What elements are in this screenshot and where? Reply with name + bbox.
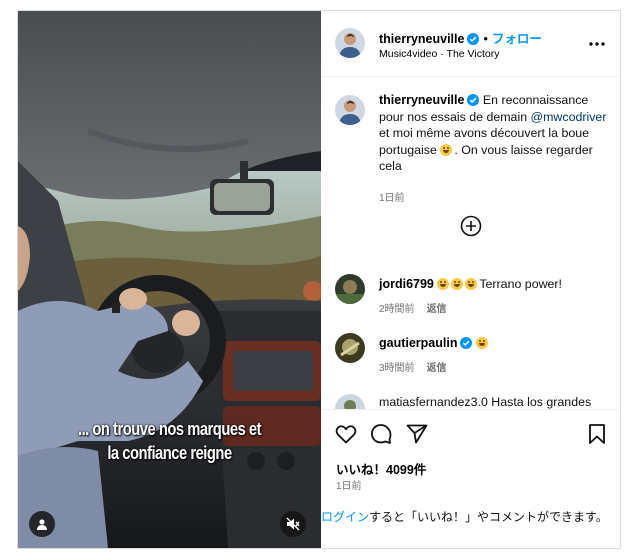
reel-video[interactable]: ... on trouve nos marques et la confianc… (18, 11, 321, 548)
comment-item: gautierpaulin 3時間前 返信 (321, 333, 620, 375)
video-frame (18, 11, 321, 548)
author-username[interactable]: thierryneuville (379, 32, 464, 46)
audio-separator: · (440, 48, 444, 60)
commenter-avatar[interactable] (335, 394, 365, 409)
commenter-avatar[interactable] (335, 274, 365, 304)
comment-meta: 3時間前 返信 (379, 359, 447, 374)
login-link[interactable]: ログイン (321, 510, 369, 524)
audio-track: The Victory (446, 48, 500, 60)
comments-scroll-area[interactable]: thierryneuville En reconnaissance pour n… (321, 78, 620, 409)
caption-line-1: ... on trouve nos marques et (77, 419, 262, 439)
heart-icon[interactable] (334, 422, 358, 446)
comment-timestamp: 3時間前 (379, 363, 415, 374)
mute-toggle-button[interactable] (280, 511, 306, 537)
comment-icon[interactable] (369, 422, 393, 446)
tagged-users-button[interactable] (29, 511, 55, 537)
post-date: 1日前 (336, 481, 362, 492)
comment-timestamp: 2時間前 (379, 304, 415, 315)
post-caption: thierryneuville En reconnaissance pour n… (379, 92, 611, 175)
post-author-avatar[interactable] (335, 95, 365, 125)
comment-body: gautierpaulin (379, 335, 611, 351)
post-side-panel: thierryneuville • フォロー Music4video · The V… (321, 11, 620, 548)
add-circle-icon[interactable] (460, 215, 482, 237)
grinning-sweat-emoji-icon (451, 278, 464, 290)
audio-attribution[interactable]: Music4video · The Victory (379, 48, 499, 60)
comment-body: matiasfernandez3.0 Hasta los grandes cae… (379, 394, 611, 409)
comment-meta: 2時間前 返信 (379, 300, 447, 315)
grinning-sweat-emoji-icon (440, 143, 453, 156)
comment-item: matiasfernandez3.0 Hasta los grandes cae… (321, 394, 620, 409)
video-caption: ... on trouve nos marques et la confianc… (45, 417, 293, 465)
header-title-row: thierryneuville • フォロー (379, 28, 542, 47)
comment-text: Terrano power! (479, 277, 562, 291)
post-timestamp: 1日前 (379, 193, 405, 204)
verified-badge-icon (460, 337, 473, 349)
post-header: thierryneuville • フォロー Music4video · The V… (321, 11, 620, 77)
comment-item: jordi6799 Terrano power! 2時間前 返信 (321, 274, 620, 316)
speaker-muted-icon (286, 517, 300, 531)
like-count[interactable]: いいね！4099件 (336, 459, 426, 478)
login-prompt-text: すると「いいね！」やコメントができます。 (369, 510, 608, 524)
verified-badge-icon (467, 33, 480, 45)
comment-body: jordi6799 Terrano power! (379, 276, 611, 292)
login-prompt: ログインすると「いいね！」やコメントができます。 (321, 509, 620, 526)
audio-source: Music4video (379, 48, 438, 60)
action-bar: いいね！4099件 1日前 ログインすると「いいね！」やコメントができます。 (321, 409, 620, 548)
commenter-avatar[interactable] (335, 333, 365, 363)
post-author-username[interactable]: thierryneuville (379, 93, 464, 107)
user-tag-icon (37, 519, 47, 530)
instagram-post-modal: ... on trouve nos marques et la confianc… (17, 10, 621, 549)
mention-link[interactable]: @mwcodriver (531, 110, 607, 124)
header-separator: • (483, 32, 488, 46)
commenter-username[interactable]: jordi6799 (379, 277, 434, 291)
send-icon[interactable] (405, 422, 429, 446)
more-options-icon[interactable] (587, 35, 607, 53)
verified-badge-icon (467, 94, 480, 106)
caption-line-2: la confiance reigne (107, 443, 232, 463)
grinning-sweat-emoji-icon (475, 337, 488, 349)
reply-button[interactable]: 返信 (427, 363, 447, 374)
bookmark-icon[interactable] (585, 422, 609, 446)
commenter-username[interactable]: gautierpaulin (379, 336, 457, 350)
commenter-username[interactable]: matiasfernandez3.0 (379, 395, 488, 409)
grinning-sweat-emoji-icon (465, 278, 478, 290)
reply-button[interactable]: 返信 (427, 304, 447, 315)
follow-button[interactable]: フォロー (492, 32, 542, 46)
grinning-sweat-emoji-icon (437, 278, 450, 290)
author-avatar[interactable] (335, 28, 365, 58)
